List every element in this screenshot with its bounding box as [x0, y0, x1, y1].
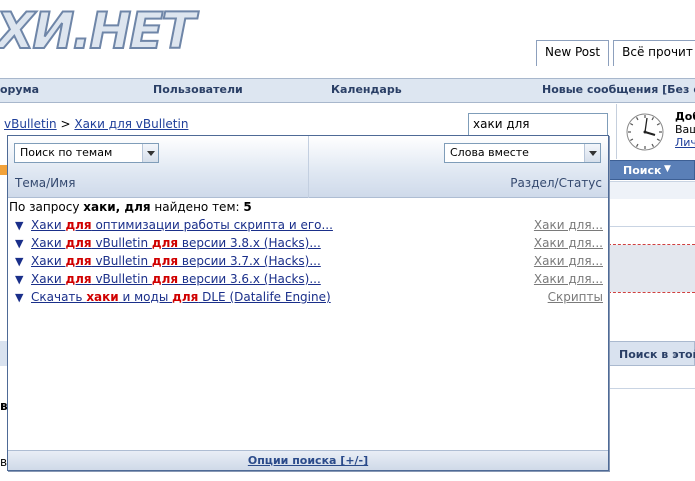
welcome-box: Доб Ваш Лич	[675, 110, 695, 149]
result-count: 5	[243, 200, 252, 214]
column-section: Раздел/Статус	[510, 176, 602, 190]
result-prefix: По запросу	[9, 200, 80, 214]
search-mode-value: Поиск по темам	[20, 146, 113, 159]
navbar: орума Пользователи Календарь Новые сообщ…	[0, 78, 695, 103]
word-mode-value: Слова вместе	[450, 146, 529, 159]
triangle-down-icon: ▼	[15, 237, 24, 250]
thread-link[interactable]: Хаки для оптимизации работы скрипта и ег…	[31, 218, 333, 232]
site-logo[interactable]: ХИ.НЕТ	[0, 2, 196, 60]
search-menu-label: Поиск	[623, 164, 662, 177]
nav-calendar[interactable]: Календарь	[331, 83, 402, 96]
search-results-popup: Поиск по темам Слова вместе Тема/Имя Раз…	[7, 135, 609, 471]
search-input[interactable]: хаки для	[468, 113, 608, 136]
header-tabs: New Post Всё прочит	[536, 40, 695, 66]
list-item: ▼ Хаки для оптимизации работы скрипта и е…	[15, 218, 603, 236]
nav-users[interactable]: Пользователи	[153, 83, 243, 96]
word-mode-select[interactable]: Слова вместе	[444, 143, 601, 163]
section-link[interactable]: Скрипты	[548, 290, 603, 304]
section-link[interactable]: Хаки для...	[534, 236, 603, 250]
chevron-down-icon[interactable]	[584, 144, 600, 162]
section-link[interactable]: Хаки для...	[534, 272, 603, 286]
search-thread-label: Поиск в этой	[619, 348, 695, 361]
search-options-link[interactable]: Опции поиска [+/-]	[248, 454, 368, 467]
welcome-text: Ваш	[675, 123, 695, 136]
welcome-link[interactable]: Лич	[675, 136, 695, 149]
result-summary: По запросу хаки, для найдено тем: 5	[9, 200, 252, 214]
section-link[interactable]: Хаки для...	[534, 218, 603, 232]
bg-row	[608, 181, 695, 199]
search-menu-button[interactable]: Поиск ▼	[608, 160, 695, 180]
result-middle: найдено тем:	[154, 200, 240, 214]
breadcrumb-separator: >	[60, 117, 71, 131]
bg-row	[608, 245, 695, 292]
results-list: ▼ Хаки для оптимизации работы скрипта и е…	[15, 218, 603, 308]
bg-divider	[608, 388, 695, 389]
list-item: ▼ Скачать хаки и моды для DLE (Datalife E…	[15, 290, 603, 308]
section-link[interactable]: Хаки для...	[534, 254, 603, 268]
search-mode-select[interactable]: Поиск по темам	[14, 143, 159, 163]
result-query: хаки, для	[83, 200, 151, 214]
tab-mark-all-read[interactable]: Всё прочит	[613, 40, 695, 66]
list-item: ▼ Хаки для vBulletin для версии 3.8.x (Ha…	[15, 236, 603, 254]
thread-link[interactable]: Хаки для vBulletin для версии 3.6.x (Hac…	[31, 272, 321, 286]
nav-forum[interactable]: орума	[0, 83, 39, 96]
breadcrumb-link-vbulletin[interactable]: vBulletin	[4, 117, 57, 131]
bg-divider	[608, 292, 695, 293]
page: ХИ.НЕТ New Post Всё прочит орума Пользов…	[0, 0, 695, 481]
nav-new-posts[interactable]: Новые сообщения [Без фл	[542, 83, 695, 96]
clock-panel	[616, 104, 671, 159]
thread-link[interactable]: Хаки для vBulletin для версии 3.7.x (Hac…	[31, 254, 321, 268]
column-title: Тема/Имя	[15, 176, 76, 190]
triangle-down-icon: ▼	[15, 219, 24, 232]
header: ХИ.НЕТ New Post Всё прочит	[0, 0, 695, 80]
triangle-down-icon: ▼	[15, 273, 24, 286]
chevron-down-icon: ▼	[664, 164, 671, 174]
breadcrumb-link-hacks[interactable]: Хаки для vBulletin	[74, 117, 188, 131]
list-item: ▼ Хаки для vBulletin для версии 3.6.x (Ha…	[15, 272, 603, 290]
welcome-title: Доб	[675, 110, 695, 123]
search-thread-bar[interactable]: Поиск в этой	[608, 341, 695, 366]
triangle-down-icon: ▼	[15, 255, 24, 268]
bg-row	[608, 226, 695, 244]
popup-header: Поиск по темам Слова вместе Тема/Имя Раз…	[8, 136, 608, 198]
thread-link[interactable]: Хаки для vBulletin для версии 3.8.x (Hac…	[31, 236, 321, 250]
breadcrumb: vBulletin > Хаки для vBulletin	[4, 117, 188, 131]
chevron-down-icon[interactable]	[142, 144, 158, 162]
popup-footer: Опции поиска [+/-]	[8, 450, 608, 470]
thread-link[interactable]: Скачать хаки и моды для DLE (Datalife En…	[31, 290, 331, 304]
triangle-down-icon: ▼	[15, 291, 24, 304]
clock-icon	[626, 113, 664, 151]
header-divider	[308, 136, 309, 198]
tab-new-post[interactable]: New Post	[536, 40, 610, 66]
list-item: ▼ Хаки для vBulletin для версии 3.7.x (Ha…	[15, 254, 603, 272]
